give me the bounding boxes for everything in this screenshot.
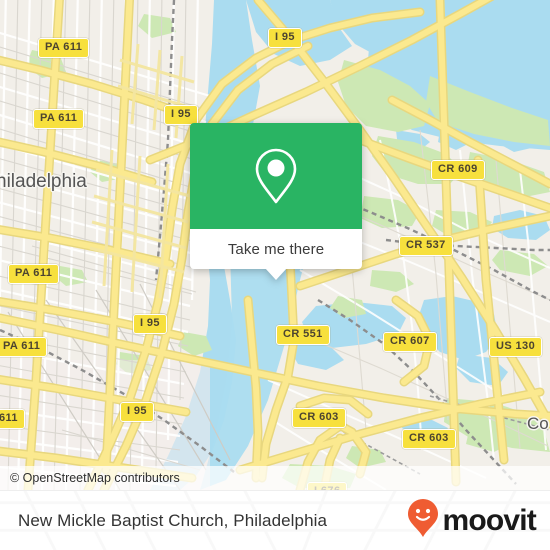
map-label-philadelphia: hiladelphia bbox=[0, 171, 87, 192]
footer-bar: New Mickle Baptist Church, Philadelphia … bbox=[0, 490, 550, 550]
popup-footer[interactable]: Take me there bbox=[190, 229, 362, 269]
road-shield-cr-551: CR 551 bbox=[276, 325, 330, 345]
road-shield-pa-611-b: PA 611 bbox=[33, 109, 85, 129]
road-shield-i-95-c: I 95 bbox=[133, 314, 167, 334]
road-shield-pa-611-d: PA 611 bbox=[0, 337, 48, 357]
road-shield-pa-611-e: 611 bbox=[0, 409, 25, 429]
map-screenshot-root: hiladelphia Co PA 611 PA 611 I 95 I 95 P… bbox=[0, 0, 550, 550]
road-shield-cr-603-b: CR 603 bbox=[402, 429, 456, 449]
road-shield-cr-537: CR 537 bbox=[399, 236, 453, 256]
road-shield-i-95-a: I 95 bbox=[268, 28, 302, 48]
road-shield-i-95-d: I 95 bbox=[120, 402, 154, 422]
popup-body bbox=[190, 123, 362, 229]
road-shield-cr-607: CR 607 bbox=[383, 332, 437, 352]
moovit-logo[interactable]: moovit bbox=[407, 498, 537, 543]
location-pin-icon bbox=[252, 146, 300, 206]
attribution-text[interactable]: © OpenStreetMap contributors bbox=[10, 471, 180, 485]
road-shield-us-130: US 130 bbox=[489, 337, 543, 357]
map-canvas[interactable]: hiladelphia Co PA 611 PA 611 I 95 I 95 P… bbox=[0, 0, 550, 490]
road-shield-cr-603: CR 603 bbox=[292, 408, 346, 428]
popup-tail-arrow bbox=[265, 268, 287, 280]
moovit-wordmark: moovit bbox=[442, 503, 536, 537]
moovit-smiley-pin-icon bbox=[407, 498, 439, 543]
road-shield-cr-609: CR 609 bbox=[431, 160, 485, 180]
location-popup-card[interactable]: Take me there bbox=[190, 123, 362, 280]
road-shield-i-676: I 676 bbox=[307, 482, 348, 490]
take-me-there-label: Take me there bbox=[227, 240, 325, 258]
road-shield-pa-611-c: PA 611 bbox=[8, 264, 60, 284]
road-shield-pa-611-a: PA 611 bbox=[38, 38, 90, 58]
map-label-camden-cut: Co bbox=[527, 414, 549, 433]
road-shield-i-95-b: I 95 bbox=[164, 105, 198, 125]
page-title: New Mickle Baptist Church, Philadelphia bbox=[18, 510, 328, 530]
